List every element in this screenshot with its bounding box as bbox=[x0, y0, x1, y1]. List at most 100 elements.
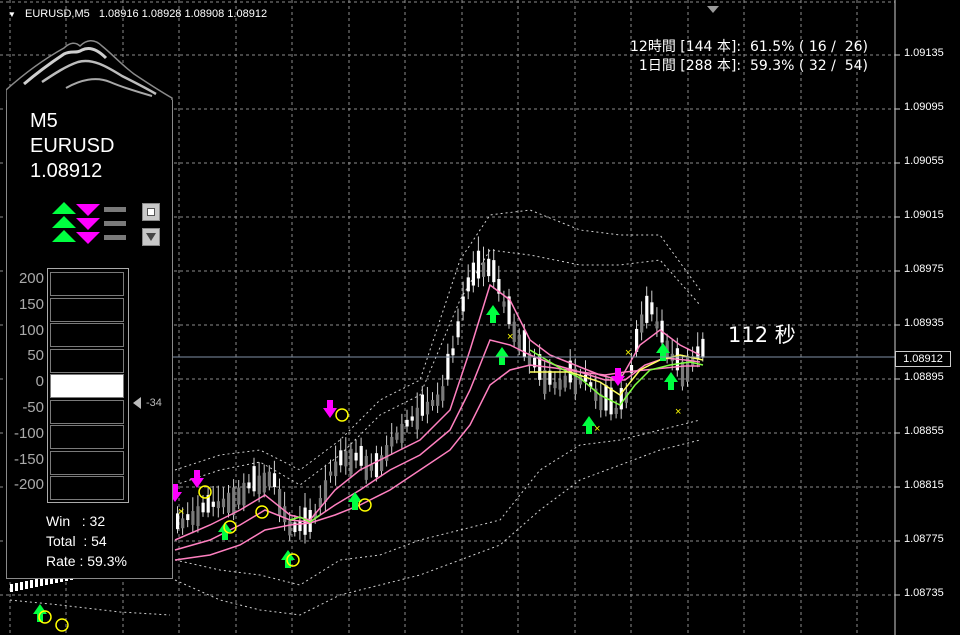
gauge-scale-label: 200 bbox=[18, 270, 44, 287]
mountain-logo-icon bbox=[6, 40, 173, 102]
candle-body bbox=[232, 487, 236, 516]
trend-arrows-icon bbox=[52, 202, 126, 244]
gauge-cell bbox=[50, 272, 124, 296]
candle-body bbox=[349, 448, 353, 475]
price-axis-label: 1.08855 bbox=[904, 425, 944, 437]
candle-body bbox=[425, 401, 430, 415]
candle-body bbox=[655, 321, 659, 329]
candle-body bbox=[257, 475, 261, 495]
candle-body bbox=[558, 379, 562, 390]
current-price-label: 1.08912 bbox=[895, 351, 951, 367]
candle-body bbox=[487, 258, 491, 277]
gauge-scale-label: 150 bbox=[18, 295, 44, 313]
candle-body bbox=[196, 506, 200, 527]
gauge-cell bbox=[50, 399, 124, 424]
candle-body bbox=[329, 471, 333, 476]
candle-body bbox=[395, 432, 399, 440]
win-count: Win : 32 bbox=[46, 513, 106, 529]
candle-body bbox=[650, 302, 654, 315]
candle-body bbox=[181, 518, 185, 529]
dropdown-button[interactable] bbox=[142, 228, 160, 246]
candle-body bbox=[390, 436, 394, 447]
candle-body bbox=[283, 506, 287, 523]
candle-body bbox=[339, 450, 343, 466]
price-axis-label: 1.08815 bbox=[904, 479, 944, 491]
candle-body bbox=[400, 423, 404, 443]
candle-body bbox=[415, 407, 419, 430]
upper-band-inner bbox=[174, 249, 701, 486]
candle-body bbox=[216, 501, 220, 509]
gauge-cell bbox=[50, 323, 124, 347]
candle-body bbox=[466, 277, 470, 292]
candle-body bbox=[242, 482, 246, 506]
candle-body bbox=[323, 480, 328, 502]
buy-arrow-icon bbox=[664, 372, 678, 390]
gauge-scale-label: 50 bbox=[27, 347, 44, 365]
stop-button[interactable] bbox=[142, 203, 160, 221]
cross-mark-icon: × bbox=[675, 406, 681, 418]
stats-12h: 12時間 [144 本]: 61.5% ( 16 / 26) bbox=[630, 39, 868, 55]
candle-body bbox=[267, 471, 271, 487]
gauge-scale-label: -100 bbox=[13, 424, 44, 442]
candle-body bbox=[548, 370, 552, 385]
gauge-readout: -34 bbox=[146, 397, 162, 409]
candle-body bbox=[247, 482, 251, 489]
candle-body bbox=[344, 451, 348, 467]
gauge-cell bbox=[50, 297, 124, 322]
strength-gauge bbox=[47, 268, 129, 503]
price-axis-label: 1.08975 bbox=[904, 263, 944, 275]
sell-arrow-icon bbox=[190, 470, 204, 488]
candle-body bbox=[278, 488, 282, 516]
candle-body bbox=[298, 520, 302, 532]
candle-body bbox=[502, 301, 506, 307]
candle-body bbox=[15, 583, 18, 591]
gauge-cell bbox=[50, 425, 124, 449]
win-rate: Rate : 59.3% bbox=[46, 553, 127, 569]
candle-body bbox=[30, 580, 33, 588]
candle-body bbox=[471, 262, 475, 286]
candle-body bbox=[441, 386, 445, 401]
price-axis-label: 1.08775 bbox=[904, 533, 944, 545]
candle-body bbox=[405, 419, 409, 427]
gauge-scale-label: -200 bbox=[13, 476, 44, 494]
price-axis-label: 1.08735 bbox=[904, 587, 944, 599]
price-axis-label: 1.09055 bbox=[904, 155, 944, 167]
candle-body bbox=[221, 498, 226, 508]
stats-1d: 1日間 [288 本]: 59.3% ( 32 / 54) bbox=[638, 58, 868, 74]
candle-body bbox=[191, 511, 195, 525]
candle-body bbox=[431, 399, 435, 406]
candle-body bbox=[701, 338, 705, 358]
candle-body bbox=[476, 250, 481, 279]
candle-body bbox=[446, 353, 450, 380]
candle-body bbox=[227, 492, 231, 513]
candle-body bbox=[25, 581, 28, 589]
candle-body bbox=[211, 501, 215, 507]
panel-price: 1.08912 bbox=[30, 160, 103, 182]
gauge-cell bbox=[50, 476, 124, 500]
chart-shift-marker-icon[interactable] bbox=[707, 6, 719, 13]
candle-body bbox=[334, 461, 338, 477]
candle-body bbox=[640, 314, 644, 333]
cross-mark-icon: × bbox=[178, 506, 184, 518]
price-axis-label: 1.08935 bbox=[904, 317, 944, 329]
chevron-down-icon bbox=[146, 233, 156, 241]
candle-body bbox=[456, 321, 460, 338]
candle-body bbox=[492, 260, 496, 283]
total-count: Total : 54 bbox=[46, 533, 107, 549]
cross-mark-icon: × bbox=[594, 423, 600, 435]
candle-body bbox=[288, 520, 292, 536]
buy-arrow-icon bbox=[495, 347, 509, 365]
candle-body bbox=[410, 416, 414, 421]
candle-body bbox=[262, 472, 266, 493]
candle-body bbox=[359, 445, 363, 466]
candle-body bbox=[553, 382, 557, 389]
candle-body bbox=[482, 262, 486, 277]
candle-body bbox=[385, 445, 389, 461]
price-axis-label: 1.08895 bbox=[904, 371, 944, 383]
panel-timeframe: M5 bbox=[30, 110, 58, 132]
candle-body bbox=[543, 369, 547, 394]
gauge-scale-label: 0 bbox=[35, 373, 44, 391]
candle-body bbox=[645, 295, 649, 323]
gauge-cell bbox=[50, 348, 124, 373]
candle-body bbox=[20, 582, 23, 590]
